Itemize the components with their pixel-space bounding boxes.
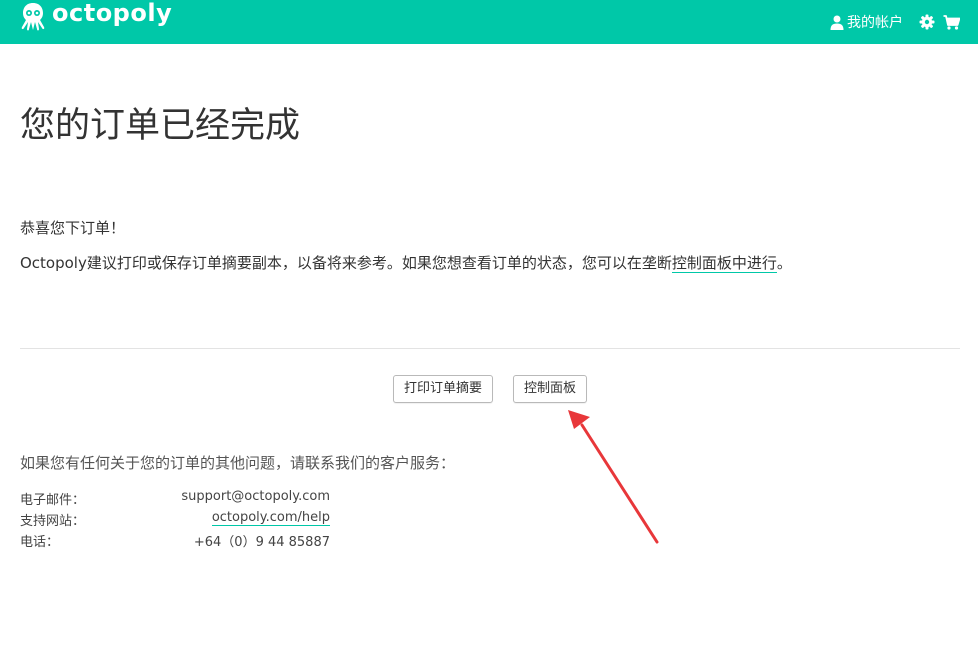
user-icon — [830, 15, 844, 30]
advice-prefix: Octopoly建议打印或保存订单摘要副本，以备将来参考。如果您想查看订单的状态… — [20, 254, 672, 272]
cart-icon[interactable] — [943, 14, 960, 30]
contact-intro: 如果您有任何关于您的订单的其他问题，请联系我们的客户服务： — [20, 454, 456, 472]
account-link[interactable]: 我的帐户 — [830, 12, 903, 32]
contact-row-email: 电子邮件： support@octopoly.com — [20, 489, 330, 509]
website-label: 支持网站： — [20, 514, 86, 529]
octopus-logo-icon — [21, 3, 45, 31]
congrats-message: 恭喜您下订单！ — [20, 219, 126, 237]
brand-logo[interactable]: octopoly — [18, 0, 172, 34]
section-divider — [20, 348, 960, 349]
phone-value: +64（0）9 44 85887 — [193, 535, 330, 550]
gear-icon[interactable] — [919, 14, 935, 30]
dashboard-button[interactable]: 控制面板 — [513, 375, 587, 403]
dashboard-inline-link[interactable]: 控制面板中进行 — [671, 254, 777, 273]
account-label: 我的帐户 — [847, 15, 903, 31]
email-label: 电子邮件： — [20, 493, 86, 508]
contact-row-website: 支持网站： octopoly.com/help — [20, 510, 330, 530]
contact-row-phone: 电话： +64（0）9 44 85887 — [20, 531, 330, 551]
print-summary-button[interactable]: 打印订单摘要 — [393, 375, 493, 403]
help-site-link[interactable]: octopoly.com/help — [211, 510, 330, 526]
advice-message: Octopoly建议打印或保存订单摘要副本，以备将来参考。如果您想查看订单的状态… — [20, 252, 792, 274]
brand-name: octopoly — [52, 0, 173, 27]
header-actions: 我的帐户 — [830, 0, 960, 44]
email-value[interactable]: support@octopoly.com — [181, 489, 330, 504]
top-navigation-bar: octopoly 我的帐户 — [0, 0, 978, 44]
phone-label: 电话： — [20, 535, 60, 550]
page-title: 您的订单已经完成 — [20, 106, 301, 146]
advice-suffix: 。 — [776, 254, 792, 272]
